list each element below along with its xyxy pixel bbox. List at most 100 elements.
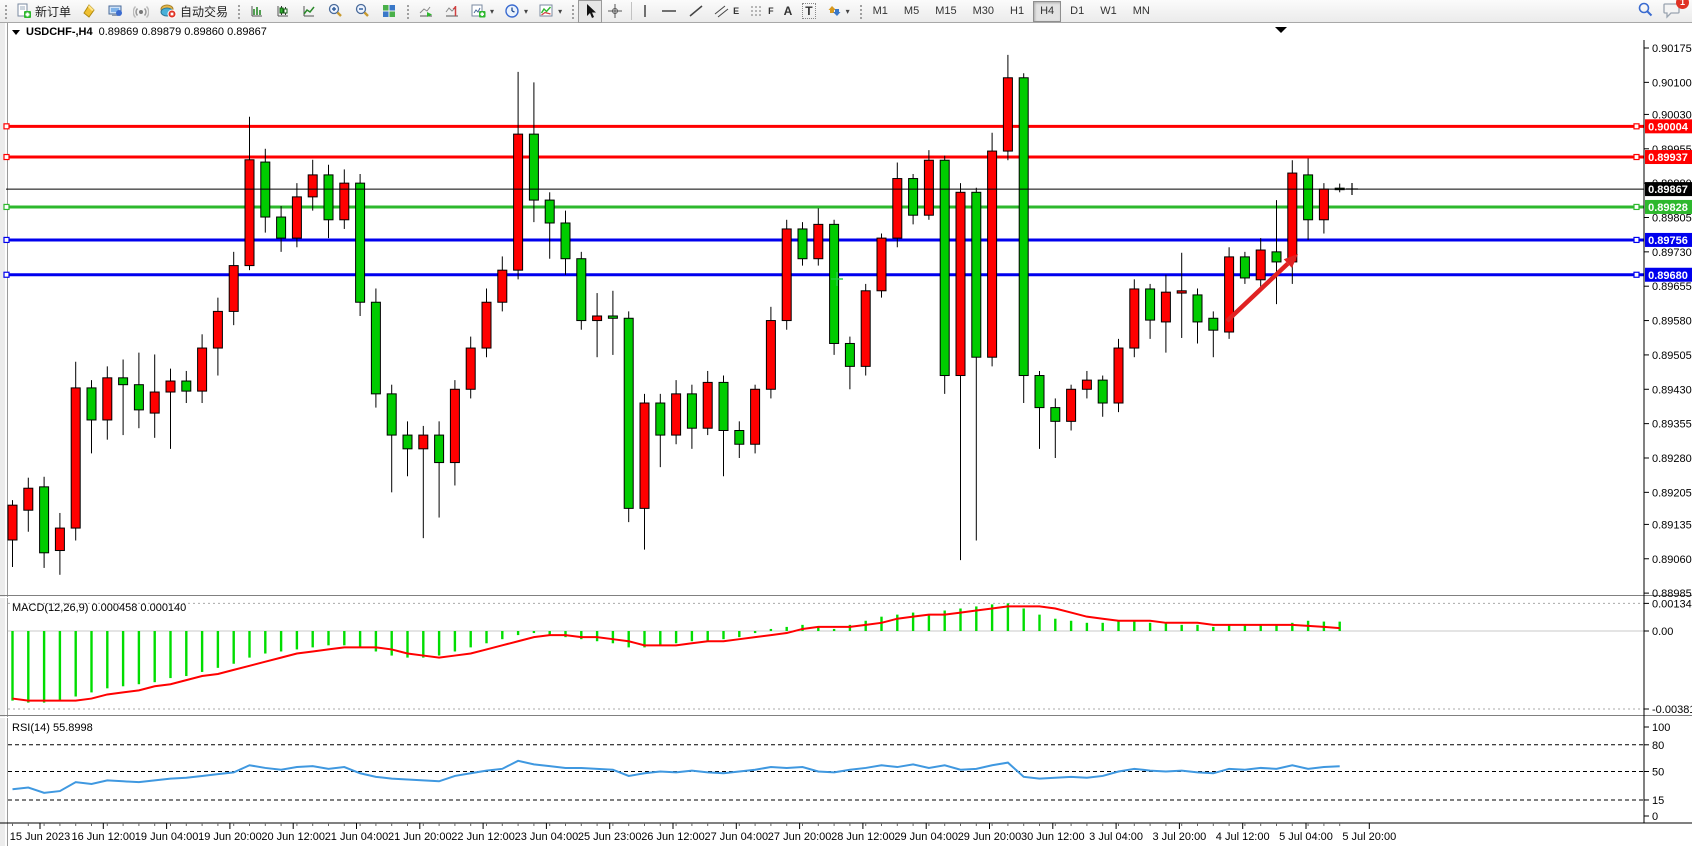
svg-text:5 Jul 20:00: 5 Jul 20:00 xyxy=(1342,831,1396,843)
fibonacci-icon xyxy=(749,4,765,18)
svg-text:21 Jun 04:00: 21 Jun 04:00 xyxy=(325,831,389,843)
zoom-out-button[interactable] xyxy=(349,0,376,23)
svg-text:27 Jun 20:00: 27 Jun 20:00 xyxy=(768,831,832,843)
terminal-button[interactable] xyxy=(102,0,128,23)
svg-text:29 Jun 04:00: 29 Jun 04:00 xyxy=(894,831,958,843)
timeframe-d1[interactable]: D1 xyxy=(1063,1,1091,22)
mt4-terminal: 新订单 自动交易 xyxy=(0,0,1692,846)
terminal-icon xyxy=(107,3,123,19)
svg-text:22 Jun 12:00: 22 Jun 12:00 xyxy=(451,831,515,843)
autotrading-icon xyxy=(159,3,177,19)
svg-text:0.90100: 0.90100 xyxy=(1652,77,1692,89)
svg-text:0.89730: 0.89730 xyxy=(1652,247,1692,259)
timeframe-m30[interactable]: M30 xyxy=(966,1,1001,22)
macd-label: MACD(12,26,9) 0.000458 0.000140 xyxy=(12,602,186,614)
toolbar-grip[interactable] xyxy=(3,3,8,19)
candlestick-type-button[interactable] xyxy=(270,0,296,23)
bar-chart-icon xyxy=(249,3,265,19)
zoom-in-button[interactable] xyxy=(322,0,349,23)
chat-button[interactable]: 1 xyxy=(1662,1,1682,22)
svg-text:0.89060: 0.89060 xyxy=(1652,554,1692,566)
timeframe-h4[interactable]: H4 xyxy=(1033,1,1061,22)
cursor-tool-button[interactable] xyxy=(578,0,602,23)
svg-text:0.89867: 0.89867 xyxy=(1648,184,1688,196)
svg-text:0.89580: 0.89580 xyxy=(1652,316,1692,328)
collapse-arrow-icon[interactable] xyxy=(12,30,20,35)
timeframe-group: M1M5M15M30H1H4D1W1MN xyxy=(866,1,1157,22)
svg-text:0.90004: 0.90004 xyxy=(1648,121,1689,133)
line-chart-type-button[interactable] xyxy=(296,0,322,23)
toolbar-separator xyxy=(631,2,632,20)
chart-window: 0.901750.901000.900300.899550.898800.898… xyxy=(0,23,1692,846)
text-tool-button[interactable]: A xyxy=(779,0,798,23)
auto-scroll-button[interactable] xyxy=(413,0,439,23)
svg-text:27 Jun 04:00: 27 Jun 04:00 xyxy=(704,831,768,843)
toolbar-grip[interactable] xyxy=(858,3,863,19)
toolbar-grip[interactable] xyxy=(236,3,241,19)
timeframe-mn[interactable]: MN xyxy=(1126,1,1157,22)
crosshair-tool-button[interactable] xyxy=(602,0,628,23)
svg-text:0.89135: 0.89135 xyxy=(1652,519,1692,531)
fibonacci-tool-button[interactable]: F xyxy=(744,0,779,23)
svg-text:0.90175: 0.90175 xyxy=(1652,43,1692,55)
signals-button[interactable] xyxy=(128,0,154,23)
timeframe-m1[interactable]: M1 xyxy=(866,1,895,22)
dropdown-caret-icon: ▾ xyxy=(558,7,562,16)
fibonacci-letter: F xyxy=(768,6,774,16)
chart-shift-icon xyxy=(444,3,460,19)
equidistant-channel-tool-button[interactable]: E xyxy=(709,0,744,23)
candlestick-chart[interactable]: 0.901750.901000.900300.899550.898800.898… xyxy=(0,23,1692,846)
line-chart-icon xyxy=(301,3,317,19)
tile-windows-button[interactable] xyxy=(376,0,402,23)
search-icon[interactable] xyxy=(1636,1,1654,22)
trendline-tool-button[interactable] xyxy=(683,0,709,23)
bar-chart-type-button[interactable] xyxy=(244,0,270,23)
svg-text:5 Jul 04:00: 5 Jul 04:00 xyxy=(1279,831,1333,843)
new-order-button[interactable]: 新订单 xyxy=(11,0,76,23)
toolbar-grip[interactable] xyxy=(570,3,575,19)
svg-text:4 Jul 12:00: 4 Jul 12:00 xyxy=(1216,831,1270,843)
svg-text:0.89655: 0.89655 xyxy=(1652,281,1692,293)
svg-text:0.89505: 0.89505 xyxy=(1652,350,1692,362)
zoom-in-icon xyxy=(327,3,344,19)
arrows-tool-button[interactable]: ▾ xyxy=(821,0,855,23)
profiles-button[interactable]: ▾ xyxy=(499,0,533,23)
text-label-tool-button[interactable]: T xyxy=(797,0,820,23)
toolbar-right: 1 xyxy=(1636,1,1692,22)
text-icon: A xyxy=(784,4,793,18)
dropdown-caret-icon: ▾ xyxy=(524,7,528,16)
svg-text:3 Jul 20:00: 3 Jul 20:00 xyxy=(1152,831,1206,843)
horizontal-line-tool-button[interactable] xyxy=(655,0,683,23)
tile-windows-icon xyxy=(381,3,397,19)
horizontal-line-icon xyxy=(660,3,678,19)
timeframe-m15[interactable]: M15 xyxy=(928,1,963,22)
toolbar-grip[interactable] xyxy=(405,3,410,19)
svg-text:3 Jul 04:00: 3 Jul 04:00 xyxy=(1089,831,1143,843)
timeframe-w1[interactable]: W1 xyxy=(1093,1,1124,22)
vertical-line-tool-button[interactable] xyxy=(635,0,655,23)
clock-icon xyxy=(504,3,520,19)
indicators-button[interactable]: ▾ xyxy=(533,0,567,23)
chart-title-bar: USDCHF-,H4 0.89869 0.89879 0.89860 0.898… xyxy=(12,26,267,38)
svg-text:15: 15 xyxy=(1652,795,1664,807)
zoom-out-icon xyxy=(354,3,371,19)
svg-text:21 Jun 20:00: 21 Jun 20:00 xyxy=(388,831,452,843)
svg-text:30 Jun 12:00: 30 Jun 12:00 xyxy=(1021,831,1085,843)
timeframe-m5[interactable]: M5 xyxy=(897,1,926,22)
crosshair-icon xyxy=(607,3,623,19)
chart-shift-button[interactable] xyxy=(439,0,465,23)
svg-text:19 Jun 04:00: 19 Jun 04:00 xyxy=(135,831,199,843)
market-watch-button[interactable] xyxy=(76,0,102,23)
timeframe-h1[interactable]: H1 xyxy=(1003,1,1031,22)
autotrading-button[interactable]: 自动交易 xyxy=(154,0,233,23)
svg-text:0.001349: 0.001349 xyxy=(1652,598,1692,610)
arrows-icon xyxy=(826,3,842,19)
new-chart-button[interactable]: ▾ xyxy=(465,0,499,23)
svg-text:26 Jun 12:00: 26 Jun 12:00 xyxy=(641,831,705,843)
svg-text:25 Jun 23:00: 25 Jun 23:00 xyxy=(578,831,642,843)
indicators-icon xyxy=(538,3,554,19)
auto-scroll-icon xyxy=(418,3,434,19)
svg-text:0.89355: 0.89355 xyxy=(1652,419,1692,431)
svg-text:29 Jun 20:00: 29 Jun 20:00 xyxy=(958,831,1022,843)
new-order-icon xyxy=(16,3,32,19)
